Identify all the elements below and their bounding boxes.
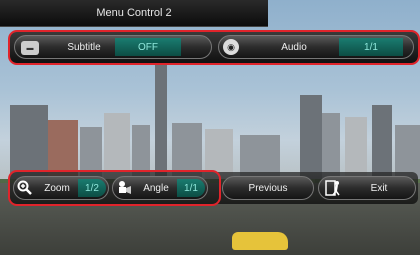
title-bar: Menu Control 2	[0, 0, 268, 27]
previous-button[interactable]: Previous	[222, 176, 314, 200]
window-title: Menu Control 2	[96, 7, 172, 19]
exit-label: Exit	[370, 182, 388, 194]
highlight-frame-bottom	[8, 170, 221, 206]
taxi	[232, 232, 288, 250]
previous-label: Previous	[248, 182, 288, 194]
highlight-frame-top	[8, 30, 420, 65]
exit-button[interactable]: Exit	[318, 176, 416, 200]
exit-icon	[325, 180, 343, 196]
